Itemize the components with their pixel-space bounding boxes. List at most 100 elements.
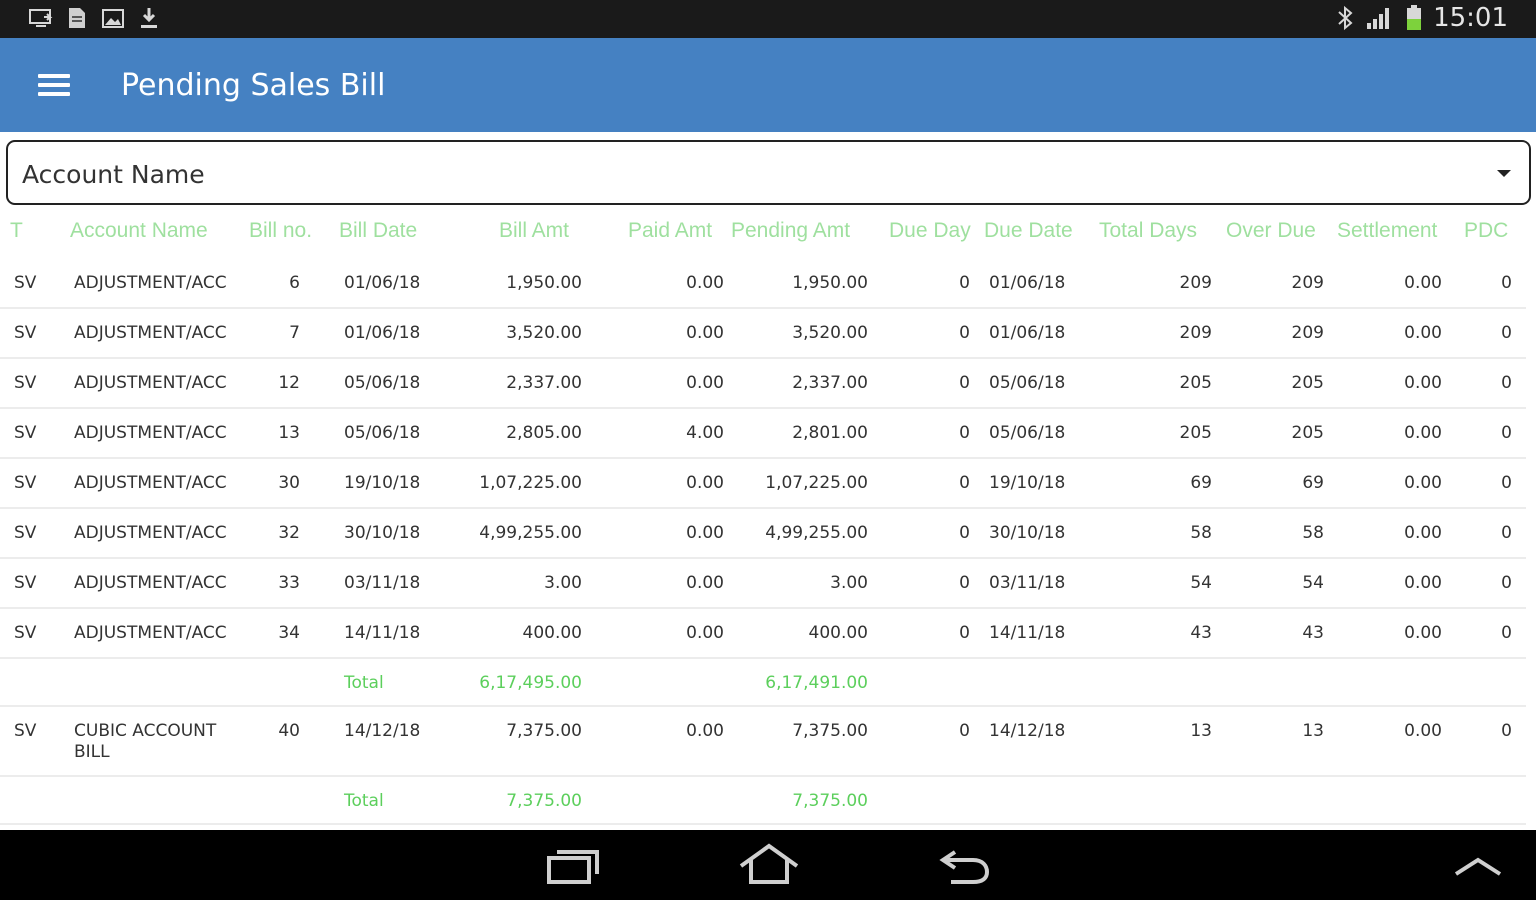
- table-row[interactable]: SV ADJUSTMENT/ACC 6 01/06/18 1,950.00 0.…: [0, 259, 1526, 309]
- total-label: Total: [344, 673, 384, 693]
- table-row[interactable]: SV ADJUSTMENT/ACC 32 30/10/18 4,99,255.0…: [0, 509, 1526, 559]
- cell-over-due: 13: [1302, 721, 1324, 741]
- cell-account-line2: BILL: [74, 742, 110, 762]
- cell-over-due: 58: [1302, 523, 1324, 543]
- table-row[interactable]: SV ADJUSTMENT/ACC 33 03/11/18 3.00 0.00 …: [0, 559, 1526, 609]
- cell-settlement: 0.00: [1404, 423, 1442, 443]
- cell-paid-amt: 0.00: [686, 373, 724, 393]
- cell-bill-amt: 2,337.00: [506, 373, 582, 393]
- notification-icons: [28, 6, 162, 30]
- cell-pdc: 0: [1501, 721, 1512, 741]
- cell-bill-no: 30: [278, 473, 300, 493]
- cell-bill-no: 33: [278, 573, 300, 593]
- cell-bill-date: 05/06/18: [344, 423, 421, 443]
- cell-due-day: 0: [959, 373, 970, 393]
- cell-due-date: 01/06/18: [989, 273, 1066, 293]
- cell-bill-date: 01/06/18: [344, 323, 421, 343]
- back-icon[interactable]: [933, 842, 997, 888]
- cell-over-due: 69: [1302, 473, 1324, 493]
- recent-apps-icon[interactable]: [543, 842, 607, 888]
- cell-type: SV: [14, 523, 37, 543]
- cell-over-due: 209: [1291, 273, 1324, 293]
- cell-pending-amt: 7,375.00: [792, 721, 868, 741]
- cell-account: ADJUSTMENT/ACC: [74, 273, 227, 293]
- table-header: T Account Name Bill no. Bill Date Bill A…: [0, 205, 1536, 255]
- cell-due-day: 0: [959, 273, 970, 293]
- cell-type: SV: [14, 573, 37, 593]
- cell-bill-date: 30/10/18: [344, 523, 421, 543]
- table-row[interactable]: SV ADJUSTMENT/ACC 13 05/06/18 2,805.00 4…: [0, 409, 1526, 459]
- cell-total-days: 209: [1179, 323, 1212, 343]
- image-icon: [102, 9, 124, 28]
- table-row[interactable]: SV ADJUSTMENT/ACC 12 05/06/18 2,337.00 0…: [0, 359, 1526, 409]
- status-bar: 15:01: [0, 0, 1536, 38]
- cell-settlement: 0.00: [1404, 573, 1442, 593]
- cell-bill-date: 14/12/18: [344, 721, 421, 741]
- cell-due-date: 03/11/18: [989, 573, 1066, 593]
- cell-bill-no: 40: [278, 721, 300, 741]
- cell-due-date: 05/06/18: [989, 423, 1066, 443]
- table-row[interactable]: SV CUBIC ACCOUNT BILL 40 14/12/18 7,375.…: [0, 707, 1526, 777]
- cell-pending-amt: 3.00: [830, 573, 868, 593]
- cell-due-date: 14/12/18: [989, 721, 1066, 741]
- cell-pdc: 0: [1501, 423, 1512, 443]
- cell-type: SV: [14, 423, 37, 443]
- cell-bill-date: 05/06/18: [344, 373, 421, 393]
- cell-account: ADJUSTMENT/ACC: [74, 373, 227, 393]
- cell-paid-amt: 0.00: [686, 273, 724, 293]
- cell-due-day: 0: [959, 473, 970, 493]
- cell-due-day: 0: [959, 573, 970, 593]
- cell-bill-no: 7: [289, 323, 300, 343]
- cell-total-days: 69: [1190, 473, 1212, 493]
- table-row[interactable]: SV ADJUSTMENT/ACC 7 01/06/18 3,520.00 0.…: [0, 309, 1526, 359]
- cell-settlement: 0.00: [1404, 373, 1442, 393]
- cell-due-day: 0: [959, 423, 970, 443]
- home-icon[interactable]: [737, 842, 801, 888]
- download-icon: [141, 8, 157, 28]
- app-bar: Pending Sales Bill: [0, 38, 1536, 132]
- col-header-pending-amt: Pending Amt: [731, 219, 851, 242]
- cell-settlement: 0.00: [1404, 721, 1442, 741]
- cell-due-day: 0: [959, 323, 970, 343]
- col-header-paid-amt: Paid Amt: [628, 219, 713, 242]
- cell-total-days: 54: [1190, 573, 1212, 593]
- screen-mirror-icon: [29, 9, 53, 27]
- total-label: Total: [344, 791, 384, 811]
- system-indicators: 15:01: [1335, 3, 1508, 33]
- cell-bill-no: 12: [278, 373, 300, 393]
- cell-pdc: 0: [1501, 623, 1512, 643]
- menu-icon[interactable]: [38, 74, 70, 98]
- account-name-label: Account Name: [22, 160, 205, 189]
- cell-over-due: 43: [1302, 623, 1324, 643]
- cell-type: SV: [14, 473, 37, 493]
- cell-due-date: 01/06/18: [989, 323, 1066, 343]
- cell-settlement: 0.00: [1404, 523, 1442, 543]
- cell-pdc: 0: [1501, 373, 1512, 393]
- table-row[interactable]: SV ADJUSTMENT/ACC 30 19/10/18 1,07,225.0…: [0, 459, 1526, 509]
- cell-paid-amt: 0.00: [686, 473, 724, 493]
- page-title: Pending Sales Bill: [121, 68, 386, 103]
- cell-due-date: 30/10/18: [989, 523, 1066, 543]
- chevron-up-icon[interactable]: [1446, 842, 1510, 888]
- cell-bill-no: 32: [278, 523, 300, 543]
- cell-total-days: 205: [1179, 423, 1212, 443]
- cell-pdc: 0: [1501, 473, 1512, 493]
- total-pending-amt: 7,375.00: [792, 791, 868, 811]
- table-row[interactable]: SV ADJUSTMENT/ACC 34 14/11/18 400.00 0.0…: [0, 609, 1526, 659]
- col-header-over-due: Over Due: [1226, 219, 1316, 242]
- document-icon: [69, 8, 85, 28]
- cell-total-days: 13: [1190, 721, 1212, 741]
- cell-bill-no: 13: [278, 423, 300, 443]
- cell-paid-amt: 0.00: [686, 323, 724, 343]
- account-name-dropdown[interactable]: Account Name: [6, 140, 1531, 205]
- cell-due-date: 05/06/18: [989, 373, 1066, 393]
- signal-icon: [1367, 8, 1390, 29]
- cell-pending-amt: 400.00: [808, 623, 868, 643]
- cell-paid-amt: 0.00: [686, 623, 724, 643]
- col-header-total-days: Total Days: [1099, 219, 1198, 242]
- col-header-due-day: Due Day: [889, 219, 971, 242]
- cell-bill-amt: 1,07,225.00: [479, 473, 582, 493]
- cell-due-date: 19/10/18: [989, 473, 1066, 493]
- cell-bill-amt: 4,99,255.00: [479, 523, 582, 543]
- total-bill-amt: 7,375.00: [506, 791, 582, 811]
